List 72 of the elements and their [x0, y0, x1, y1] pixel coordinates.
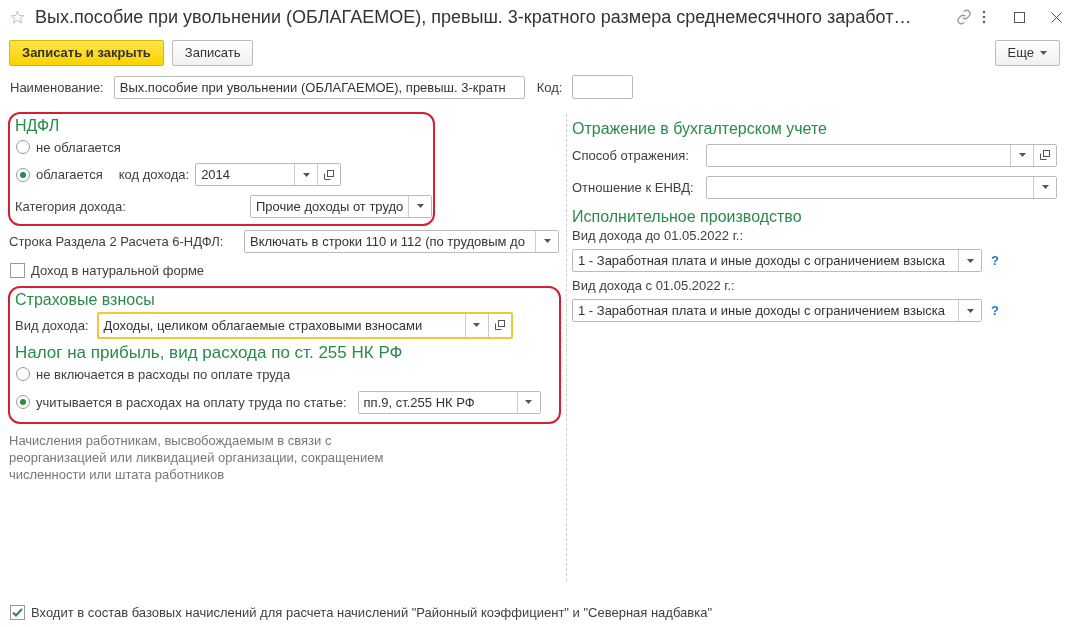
- section-title: Исполнительное производство: [572, 207, 803, 227]
- section-title: Страховые взносы: [15, 290, 156, 310]
- article-field[interactable]: пп.9, ст.255 НК РФ: [357, 390, 541, 414]
- radio-label: учитывается в расходах на оплату труда по статье:: [36, 394, 347, 410]
- field-label: Вид дохода до 01.05.2022 г.:: [572, 228, 743, 243]
- caret-icon: [525, 400, 533, 404]
- accounting-field[interactable]: [706, 175, 1057, 199]
- section-title: НДФЛ: [15, 116, 61, 136]
- radio-label: не включается в расходы по оплате труда: [36, 366, 291, 382]
- window-title: Вых.пособие при увольнении (ОБЛАГАЕМОЕ), превыш. 3-кратного размера среднемесячного заработ…: [35, 6, 913, 28]
- income-type-field[interactable]: Доходы, целиком облагаемые страховыми взносами: [96, 311, 513, 339]
- radio-button[interactable]: [16, 367, 30, 381]
- star-icon[interactable]: [10, 9, 25, 25]
- income-code-field[interactable]: 2014: [195, 163, 342, 186]
- caret-icon: [543, 239, 551, 243]
- radio-button[interactable]: [16, 395, 30, 409]
- checkmark-icon: [12, 607, 23, 617]
- radio-button[interactable]: [16, 140, 30, 154]
- caret-icon: [473, 323, 481, 327]
- field-label: Строка Раздела 2 Расчета 6-НДФЛ:: [9, 233, 225, 249]
- checkbox-label: Входит в состав базовых начислений для расчета начислений "Районный коэффициент" и "Северная надбавка": [31, 604, 713, 620]
- field-label: Отношение к ЕНВД:: [572, 179, 695, 195]
- name-field[interactable]: Вых.пособие при увольнении (ОБЛАГАЕМОЕ), превыш. 3-кратн: [113, 75, 525, 99]
- report-line-field[interactable]: Включать в строки 110 и 112 (по трудовым до: [244, 229, 559, 253]
- maximize-icon[interactable]: [1014, 11, 1025, 23]
- dropdown-button[interactable]: [1033, 176, 1056, 198]
- dropdown-button[interactable]: [958, 300, 981, 321]
- caret-icon: [1040, 50, 1047, 55]
- help-link[interactable]: ?: [991, 303, 999, 318]
- close-icon[interactable]: [1051, 11, 1062, 23]
- accounting-field[interactable]: [706, 143, 1057, 167]
- field-label: Способ отражения:: [572, 147, 690, 163]
- open-window-icon: [1040, 150, 1050, 160]
- field-label: Наименование:: [10, 79, 104, 95]
- dropdown-button[interactable]: [958, 250, 981, 271]
- field-label: Категория дохода:: [15, 198, 127, 214]
- field-label: Вид дохода с 01.05.2022 г.:: [572, 278, 735, 293]
- more-button[interactable]: Еще: [994, 39, 1060, 66]
- caret-icon: [966, 258, 974, 263]
- radio-button[interactable]: [16, 167, 30, 182]
- income-type-field[interactable]: 1 - Заработная плата и иные доходы с ограничением взыска: [572, 299, 982, 322]
- open-button[interactable]: [317, 164, 341, 185]
- save-and-close-button[interactable]: Записать и закрыть: [9, 39, 164, 66]
- open-window-icon: [494, 320, 505, 330]
- radio-label: не облагается: [36, 139, 121, 155]
- income-type-field[interactable]: 1 - Заработная плата и иные доходы с ограничением взыска: [572, 249, 982, 272]
- income-category-field[interactable]: Прочие доходы от трудо: [250, 194, 433, 218]
- radio-label: облагается: [36, 167, 103, 182]
- dropdown-button[interactable]: [516, 391, 540, 413]
- field-label: Код:: [536, 79, 563, 95]
- description-text: Начисления работникам, высвобождаемым в связи с реорганизацией или ликвидацией организации, сокращением численности или штата работников: [9, 432, 385, 483]
- link-icon[interactable]: [956, 9, 972, 25]
- dropdown-button[interactable]: [408, 195, 432, 217]
- open-button[interactable]: [1033, 144, 1056, 166]
- more-icon[interactable]: [982, 10, 986, 24]
- code-field[interactable]: [572, 75, 634, 99]
- caret-icon: [1018, 153, 1026, 157]
- checkbox-label: Доход в натуральной форме: [31, 262, 205, 278]
- section-title: Отражение в бухгалтерском учете: [572, 119, 828, 139]
- checkbox[interactable]: [10, 262, 25, 278]
- caret-icon: [1041, 185, 1049, 189]
- help-link[interactable]: ?: [991, 253, 999, 268]
- field-label: Вид дохода:: [15, 317, 89, 333]
- open-window-icon: [324, 169, 335, 180]
- section-title: Налог на прибыль, вид расхода по ст. 255 НК РФ: [15, 343, 404, 363]
- checkbox[interactable]: [10, 604, 25, 620]
- field-label: код дохода:: [118, 167, 190, 182]
- caret-icon: [966, 308, 974, 313]
- caret-icon: [302, 172, 310, 177]
- caret-icon: [416, 204, 424, 208]
- dropdown-button[interactable]: [535, 230, 558, 252]
- save-button[interactable]: Записать: [171, 39, 254, 66]
